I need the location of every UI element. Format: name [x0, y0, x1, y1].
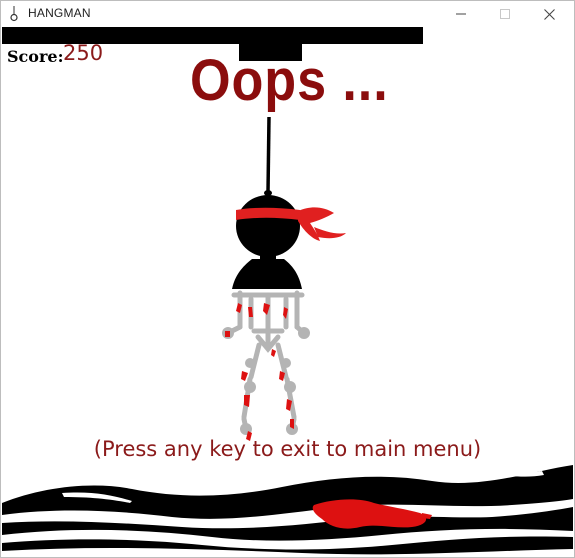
maximize-button[interactable]: [482, 1, 528, 27]
hangman-window: HANGMAN Score: 250 Oops ... (Press any k…: [0, 0, 575, 558]
close-button[interactable]: [526, 1, 572, 27]
game-canvas[interactable]: Score: 250 Oops ... (Press any key to ex…: [2, 27, 573, 557]
close-icon: [543, 8, 555, 20]
window-title: HANGMAN: [28, 6, 91, 20]
rope: [266, 116, 271, 193]
ground-waves: [2, 465, 573, 557]
minimize-icon: [456, 13, 466, 15]
minimize-button[interactable]: [438, 1, 484, 27]
ninja-head: [236, 195, 300, 257]
hanged-ninja-figure: [222, 116, 346, 441]
maximize-icon: [500, 9, 510, 19]
title-bar[interactable]: HANGMAN: [1, 1, 574, 27]
noose-icon: [10, 6, 18, 22]
ninja-torso: [232, 259, 302, 289]
